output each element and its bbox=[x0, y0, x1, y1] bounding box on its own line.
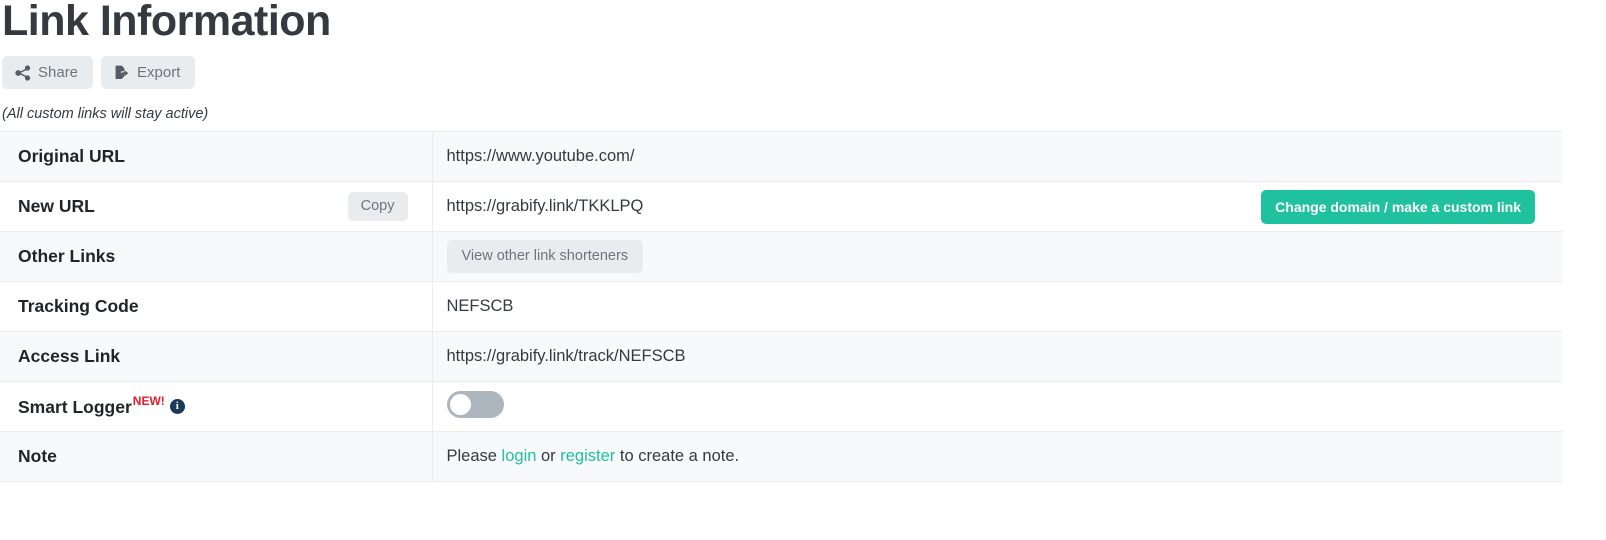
register-link[interactable]: register bbox=[560, 447, 615, 465]
table-row: Access Link https://grabify.link/track/N… bbox=[0, 331, 1562, 382]
row-value-smart-logger bbox=[432, 382, 1562, 432]
access-link-value: https://grabify.link/track/NEFSCB bbox=[446, 347, 686, 365]
table-row: Note Please login or register to create … bbox=[0, 431, 1562, 482]
share-nodes-icon bbox=[15, 64, 31, 81]
row-value-note: Please login or register to create a not… bbox=[432, 432, 1562, 482]
share-button[interactable]: Share bbox=[2, 56, 94, 89]
row-value-tracking-code: NEFSCB bbox=[432, 282, 1562, 332]
toggle-knob bbox=[449, 393, 471, 415]
label-text: New URL bbox=[18, 196, 95, 216]
row-label-smart-logger: Smart LoggerNEW! i bbox=[0, 381, 433, 432]
table-row: Original URL https://www.youtube.com/ bbox=[0, 131, 1562, 182]
file-export-icon bbox=[114, 65, 130, 81]
new-badge: NEW! bbox=[132, 394, 165, 409]
row-value-other-links: View other link shorteners bbox=[432, 232, 1562, 282]
row-label-note: Note bbox=[0, 431, 433, 482]
row-label-new-url: New URL Copy bbox=[0, 181, 433, 232]
label-text: Original URL bbox=[18, 146, 125, 166]
smart-logger-toggle[interactable] bbox=[446, 390, 504, 418]
row-label-other-links: Other Links bbox=[0, 231, 433, 282]
original-url-value: https://www.youtube.com/ bbox=[446, 147, 635, 165]
note-middle: or bbox=[536, 447, 561, 465]
label-text: Other Links bbox=[18, 246, 116, 266]
tracking-code-value: NEFSCB bbox=[446, 297, 514, 315]
table-row: Tracking Code NEFSCB bbox=[0, 281, 1562, 332]
page-title: Link Information bbox=[2, 0, 331, 45]
export-button[interactable]: Export bbox=[101, 56, 196, 89]
info-icon[interactable]: i bbox=[169, 398, 185, 414]
toolbar: Share Export bbox=[2, 56, 1606, 89]
note-text: Please login or register to create a not… bbox=[447, 447, 740, 465]
label-text: Tracking Code bbox=[18, 296, 139, 316]
link-information-page: Link Information Share Export (All custo… bbox=[0, 0, 1606, 540]
table-row: New URL Copy https://grabify.link/TKKLPQ… bbox=[0, 181, 1562, 232]
new-url-value: https://grabify.link/TKKLPQ bbox=[446, 197, 644, 215]
export-button-label: Export bbox=[137, 64, 181, 81]
label-text: Access Link bbox=[18, 346, 121, 366]
table-row: Other Links View other link shorteners bbox=[0, 231, 1562, 282]
login-link[interactable]: login bbox=[502, 447, 537, 465]
label-text: Note bbox=[18, 446, 57, 466]
table-row: Smart LoggerNEW! i bbox=[0, 381, 1562, 432]
note-suffix: to create a note. bbox=[615, 447, 740, 465]
row-label-original-url: Original URL bbox=[0, 131, 433, 182]
row-value-original-url: https://www.youtube.com/ bbox=[432, 132, 1562, 182]
row-value-access-link: https://grabify.link/track/NEFSCB bbox=[432, 332, 1562, 382]
share-button-label: Share bbox=[38, 64, 79, 81]
link-info-table: Original URL https://www.youtube.com/ Ne… bbox=[0, 131, 1562, 482]
change-domain-button[interactable]: Change domain / make a custom link bbox=[1261, 189, 1535, 224]
note-prefix: Please bbox=[446, 447, 502, 465]
row-value-new-url: https://grabify.link/TKKLPQ Change domai… bbox=[432, 182, 1562, 232]
label-text: Smart Logger bbox=[18, 396, 132, 417]
row-label-access-link: Access Link bbox=[0, 331, 433, 382]
row-label-tracking-code: Tracking Code bbox=[0, 281, 433, 332]
custom-links-note: (All custom links will stay active) bbox=[2, 106, 209, 122]
copy-button[interactable]: Copy bbox=[347, 192, 408, 221]
view-other-link-shorteners-button[interactable]: View other link shorteners bbox=[446, 240, 644, 273]
